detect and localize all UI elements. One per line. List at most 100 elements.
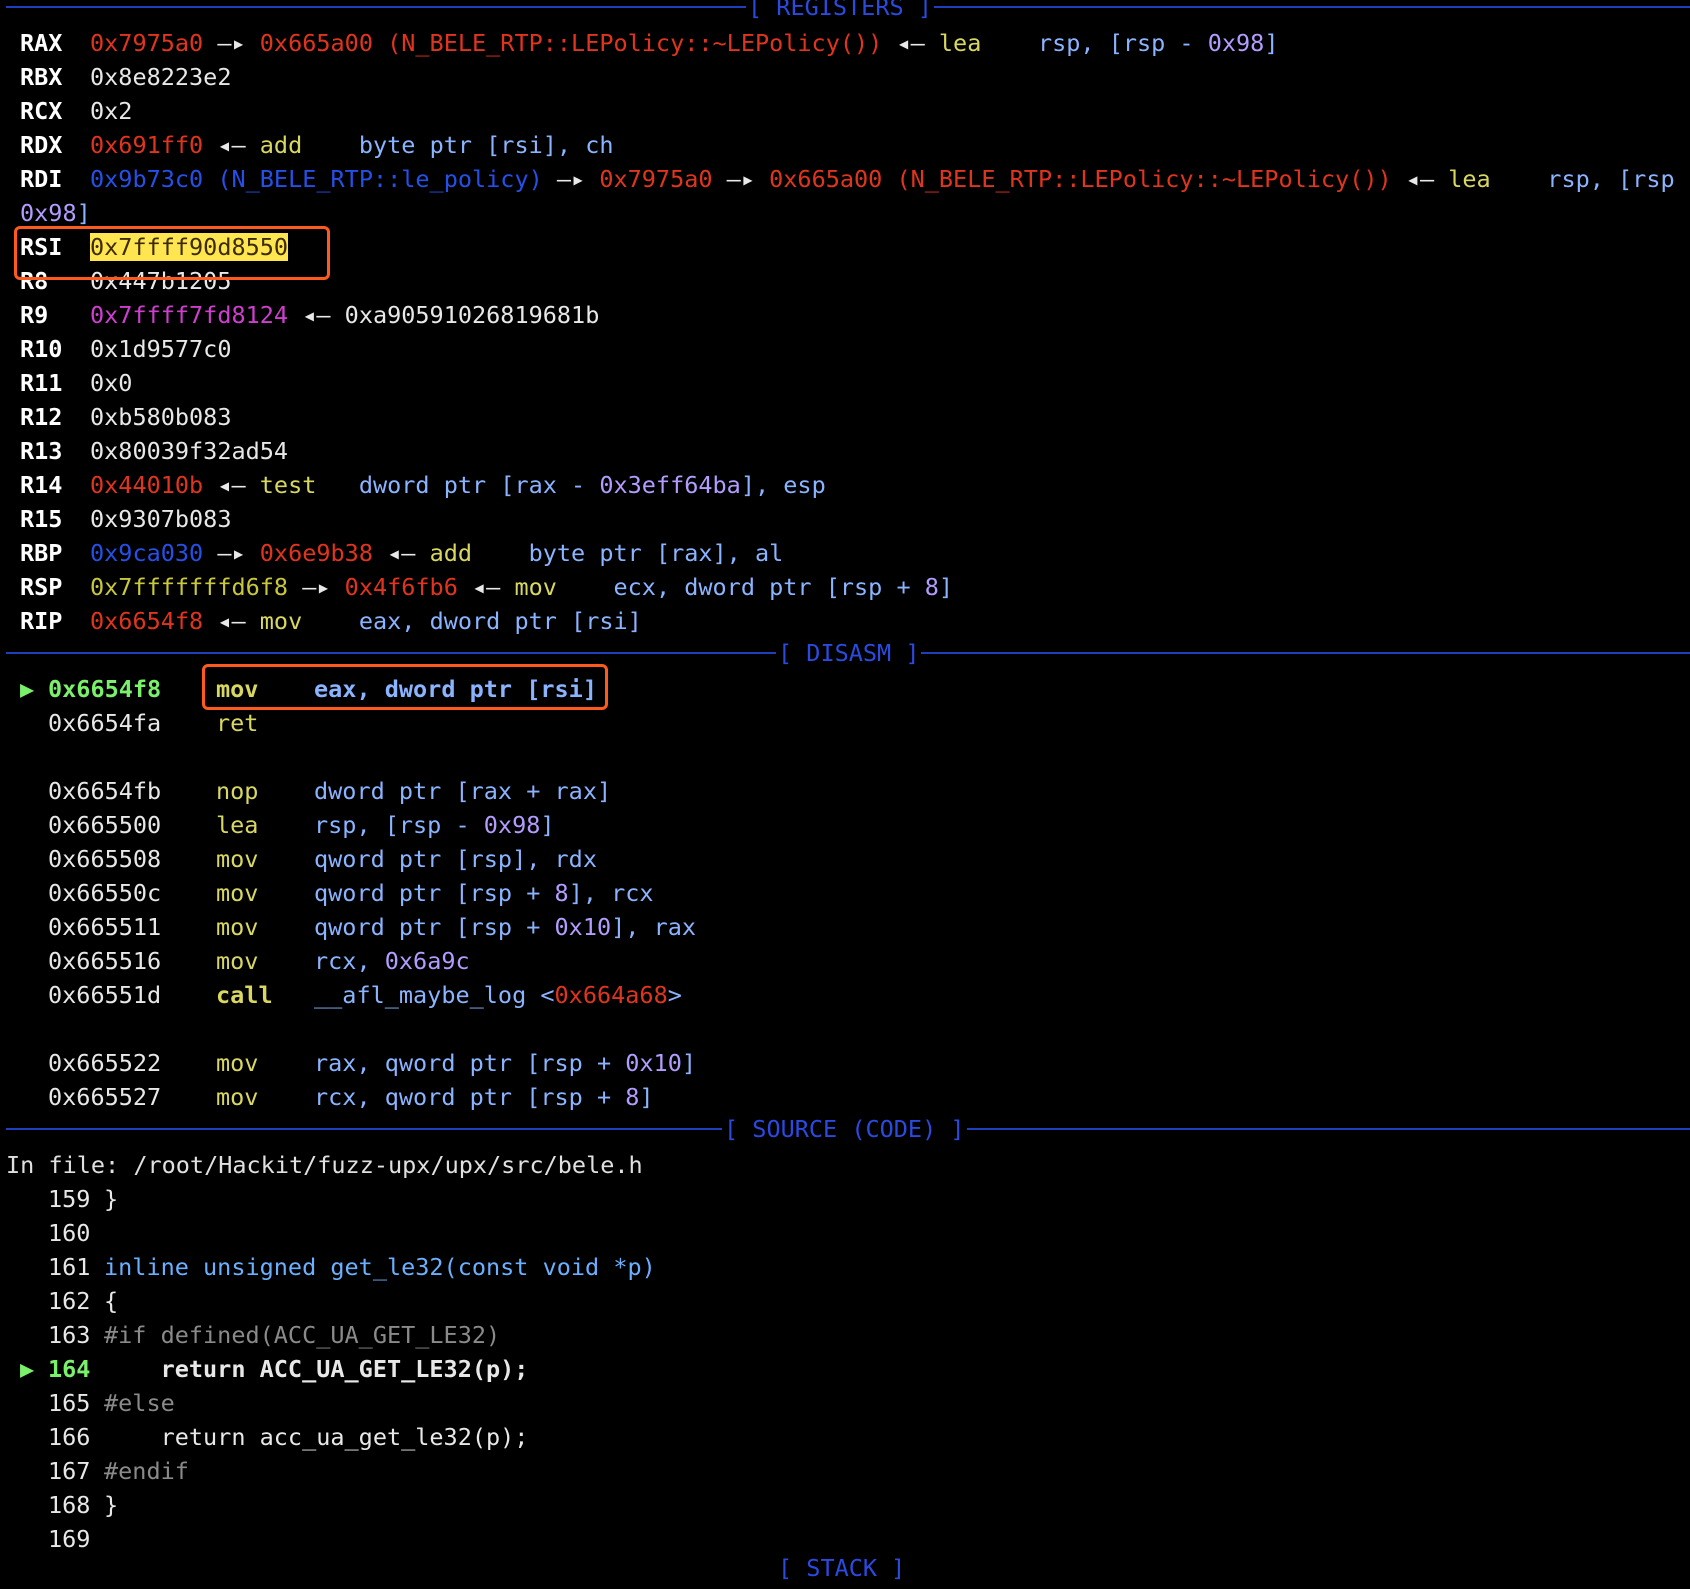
disasm-operands: ]	[681, 1049, 697, 1077]
register-value-part: 0x665a00 (N_BELE_RTP::LEPolicy::~LEPolic…	[769, 165, 1392, 193]
register-name: R12	[20, 403, 63, 431]
register-value-part: —▸	[288, 573, 345, 601]
disasm-mnemonic: mov	[216, 1049, 259, 1077]
register-value-part: rsp, [rsp -	[1490, 165, 1690, 193]
gutter	[20, 774, 48, 808]
source-line-number: 161	[48, 1253, 91, 1281]
register-row-rsp: RSP 0x7fffffffd6f8 —▸ 0x4f6fb6 ◂— mov ecx…	[20, 570, 953, 604]
register-value-part: byte ptr [rax], al	[472, 539, 784, 567]
register-value-part: —▸	[542, 165, 600, 193]
register-row-r14: R14 0x44010b ◂— test dword ptr [rax - 0x3…	[20, 468, 826, 502]
register-value-part: 0x1d9577c0	[90, 335, 232, 363]
register-name: R15	[20, 505, 63, 533]
register-value-part: 0x7975a0	[599, 165, 713, 193]
register-value-part: eax, dword ptr [rsi]	[302, 607, 642, 635]
gutter	[20, 1454, 48, 1488]
register-value-part: 0x2	[90, 97, 133, 125]
disasm-number: 0x664a68	[554, 981, 668, 1009]
source-code: }	[104, 1185, 119, 1213]
register-row-rdi: RDI 0x9b73c0 (N_BELE_RTP::le_policy) —▸ 0…	[20, 162, 1690, 196]
source-code: return acc_ua_get_le32(p);	[104, 1423, 529, 1451]
register-value-part: —▸	[712, 165, 770, 193]
gutter	[20, 1216, 48, 1250]
register-value-part: 0x98	[1207, 29, 1265, 57]
register-row-r13: R13 0x80039f32ad54	[20, 434, 288, 468]
disasm-mnemonic: mov	[216, 913, 259, 941]
disasm-mnemonic: mov	[216, 947, 259, 975]
register-name: RAX	[20, 29, 63, 57]
register-value-part: add	[429, 539, 473, 567]
register-value-part: 0x8e8223e2	[90, 63, 232, 91]
register-value-part: 0x80039f32ad54	[90, 437, 289, 465]
gutter	[20, 1522, 48, 1556]
gutter	[20, 1182, 48, 1216]
source-line: 169	[20, 1522, 104, 1556]
disasm-mnemonic: mov	[216, 845, 259, 873]
register-row-rdx: RDX 0x691ff0 ◂— add byte ptr [rsi], ch	[20, 128, 614, 162]
disasm-operands: dword ptr [rax + rax]	[314, 777, 612, 805]
register-row-rax: RAX 0x7975a0 —▸ 0x665a00 (N_BELE_RTP::LEP…	[20, 26, 1278, 60]
disasm-mnemonic: lea	[216, 811, 259, 839]
disasm-number: 0x10	[625, 1049, 682, 1077]
current-pointer-icon: ▶	[20, 675, 35, 703]
register-row-r11: R11 0x0	[20, 366, 132, 400]
disasm-address: 0x665522	[48, 1049, 162, 1077]
source-line-number: 167	[48, 1457, 91, 1485]
register-row-rbx: RBX 0x8e8223e2	[20, 60, 231, 94]
source-line-number: 164	[48, 1355, 91, 1383]
register-name: RBP	[20, 539, 63, 567]
disasm-row: 0x665511 mov qword ptr [rsp + 0x10], rax	[20, 910, 696, 944]
disasm-number: 8	[554, 879, 569, 907]
source-current-line: ▶ 164 return ACC_UA_GET_LE32(p);	[20, 1352, 528, 1386]
disasm-address: 0x66550c	[48, 879, 162, 907]
register-value-part: ◂—	[203, 607, 260, 635]
register-value-part: 0x7ffff7fd8124	[90, 301, 289, 329]
register-value-part: 0x6e9b38	[259, 539, 373, 567]
source-line: 167 #endif	[20, 1454, 189, 1488]
register-value-part: 0x691ff0	[90, 131, 204, 159]
register-value-part: ◂—	[203, 471, 260, 499]
gutter	[20, 910, 48, 944]
disasm-number: 0x6a9c	[384, 947, 470, 975]
source-line: 159}	[20, 1182, 118, 1216]
source-header-title: [ SOURCE (CODE) ]	[722, 1114, 967, 1144]
register-value-part: 0x44010b	[90, 471, 204, 499]
disasm-operands: rcx, qword ptr [rsp +	[314, 1083, 626, 1111]
source-line: 163 #if defined(ACC_UA_GET_LE32)	[20, 1318, 500, 1352]
register-value-part: ]	[1264, 29, 1279, 57]
disasm-header-title: [ DISASM ]	[776, 638, 922, 668]
disasm-row: 0x665508 mov qword ptr [rsp], rdx	[20, 842, 597, 876]
source-line: 162 {	[20, 1284, 118, 1318]
source-line: 166 return acc_ua_get_le32(p);	[20, 1420, 528, 1454]
gutter	[20, 842, 48, 876]
register-value-part: 0x9b73c0 (N_BELE_RTP::le_policy)	[90, 165, 543, 193]
register-value-part: ]	[76, 199, 91, 227]
register-value-part: 8	[924, 573, 939, 601]
source-code: return ACC_UA_GET_LE32(p);	[104, 1355, 529, 1383]
register-value-part: —▸	[203, 29, 260, 57]
disasm-address: 0x66551d	[48, 981, 162, 1009]
register-value-part: ecx, dword ptr [rsp +	[556, 573, 925, 601]
registers-header-title: [ REGISTERS ]	[746, 0, 934, 22]
disasm-operands: ]	[639, 1083, 654, 1111]
disasm-operands: rsp, [rsp -	[314, 811, 484, 839]
disasm-operands: qword ptr [rsp +	[314, 913, 555, 941]
stack-header: [ STACK ]	[6, 1553, 1690, 1589]
disasm-address: 0x665516	[48, 947, 162, 975]
disasm-mnemonic: ret	[216, 709, 259, 737]
register-value-part: ◂—	[457, 573, 515, 601]
source-code: inline unsigned get_le32(const void *p)	[104, 1253, 656, 1281]
current-instruction-highlight-box	[202, 664, 608, 710]
source-line: 168}	[20, 1488, 118, 1522]
source-file-path: In file: /root/Hackit/fuzz-upx/upx/src/b…	[6, 1151, 643, 1179]
source-line-number: 163	[48, 1321, 91, 1349]
register-value-part: 0x3eff64ba	[599, 471, 741, 499]
disasm-row: 0x66550c mov qword ptr [rsp + 8], rcx	[20, 876, 654, 910]
disasm-operands: rax, qword ptr [rsp +	[314, 1049, 626, 1077]
register-value-part: test	[259, 471, 317, 499]
register-name: R14	[20, 471, 63, 499]
disasm-mnemonic: call	[216, 981, 273, 1009]
disasm-mnemonic: mov	[216, 879, 259, 907]
register-value-part: ◂—	[288, 301, 345, 329]
register-value-part: ◂—	[882, 29, 939, 57]
